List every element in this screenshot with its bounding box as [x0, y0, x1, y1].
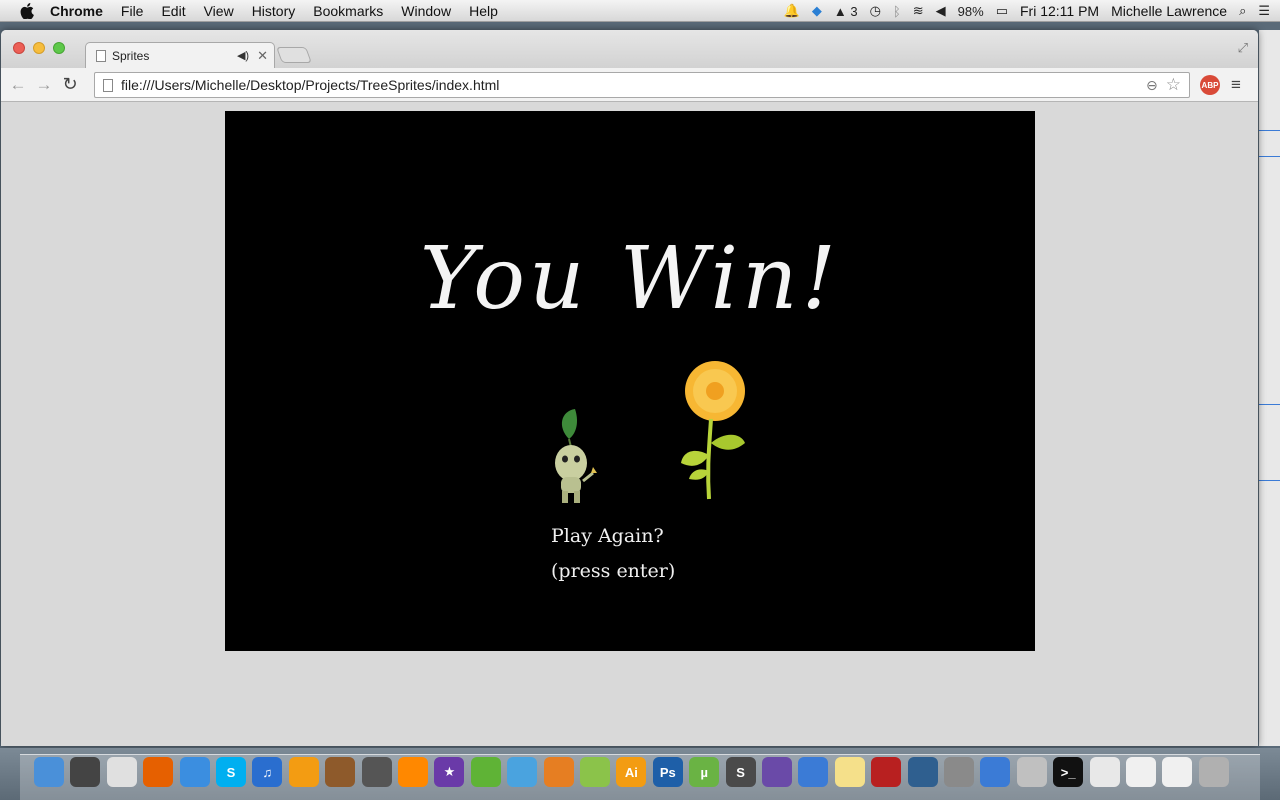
tab-sprites[interactable]: Sprites ◀) ✕ [85, 42, 275, 68]
menu-view[interactable]: View [204, 3, 234, 19]
evernote-icon[interactable] [470, 757, 501, 787]
flower-sprite [681, 361, 745, 500]
bluetooth-icon[interactable]: ᛒ [893, 4, 901, 19]
spotlight-icon[interactable]: ⌕ [1239, 3, 1246, 19]
minimize-window-button[interactable] [33, 42, 45, 54]
menu-help[interactable]: Help [469, 3, 498, 19]
menu-history[interactable]: History [252, 3, 296, 19]
time-machine-icon[interactable] [907, 757, 938, 787]
tab-strip: Sprites ◀) ✕ ⤢ [1, 30, 1258, 68]
page-icon [96, 49, 106, 62]
photoshop-icon[interactable]: Ps [652, 757, 683, 787]
dreamweaver-icon[interactable] [507, 757, 538, 787]
menu-file[interactable]: File [121, 3, 144, 19]
time-machine-status-icon[interactable]: ◷ [870, 3, 881, 19]
seedling-sprite [555, 409, 597, 503]
adobe-icon[interactable]: ▲ 3 [834, 4, 858, 19]
tab-title: Sprites [112, 48, 150, 63]
bg-line [1259, 404, 1280, 405]
close-window-button[interactable] [13, 42, 25, 54]
flash-icon[interactable] [580, 757, 610, 787]
iphoto-icon[interactable] [361, 757, 392, 787]
image-capture-icon[interactable] [1016, 757, 1047, 787]
page-content: You Win! Play Again? (press enter) [1, 102, 1258, 746]
document-icon[interactable] [1089, 757, 1120, 787]
imovie-icon[interactable]: ★ [434, 757, 465, 787]
fireworks-icon[interactable] [543, 757, 574, 787]
toolbar: ← → ↻ file:///Users/Michelle/Desktop/Pro… [1, 68, 1258, 102]
safari-icon[interactable] [179, 757, 210, 787]
garageband-icon[interactable] [325, 757, 356, 787]
menu-bookmarks[interactable]: Bookmarks [313, 3, 383, 19]
dock: S ♫ ★ Ai Ps µ S >_ [0, 748, 1280, 800]
firefox-icon[interactable] [143, 757, 174, 787]
bg-line [1259, 156, 1280, 157]
bookmark-star-icon[interactable]: ☆ [1166, 75, 1181, 95]
url-text[interactable]: file:///Users/Michelle/Desktop/Projects/… [121, 77, 1146, 93]
bg-line [1259, 480, 1280, 481]
maximize-window-button[interactable] [53, 42, 65, 54]
back-icon[interactable]: ← [5, 75, 31, 95]
stickies-icon[interactable] [834, 757, 865, 787]
play-again-text: Play Again? [551, 525, 664, 547]
directory-utility-icon[interactable] [980, 757, 1011, 787]
skype-icon[interactable]: S [216, 757, 246, 787]
user-name[interactable]: Michelle Lawrence [1111, 3, 1227, 19]
address-bar[interactable]: file:///Users/Michelle/Desktop/Projects/… [94, 72, 1190, 98]
game-canvas[interactable]: You Win! Play Again? (press enter) [225, 111, 1035, 651]
win-title: You Win! [419, 229, 841, 329]
finder-icon[interactable] [34, 757, 64, 787]
forward-icon[interactable]: → [31, 75, 57, 95]
chrome-window-icon-2[interactable] [1162, 757, 1193, 787]
press-enter-text: (press enter) [551, 560, 676, 582]
battery-icon[interactable]: ▭ [996, 3, 1008, 19]
volume-icon[interactable]: ◀ [936, 3, 946, 19]
notification-icon[interactable]: 🔔 [784, 3, 800, 19]
background-window [1259, 30, 1280, 746]
terminal-icon[interactable]: >_ [1053, 757, 1084, 787]
ibooks-icon[interactable] [288, 757, 319, 787]
trash-icon[interactable] [1198, 757, 1229, 787]
preview-icon[interactable] [798, 757, 829, 787]
utorrent-icon[interactable]: µ [689, 757, 720, 787]
new-tab-button[interactable] [276, 47, 312, 63]
menu-bar: Chrome File Edit View History Bookmarks … [0, 0, 1280, 22]
app-menu[interactable]: Chrome [50, 3, 103, 19]
bg-line [1259, 130, 1280, 131]
apple-icon[interactable] [18, 2, 36, 20]
adobe-count: 3 [850, 3, 858, 19]
chrome-menu-icon[interactable]: ≡ [1231, 75, 1241, 95]
chrome-window-icon[interactable] [1126, 757, 1156, 787]
wifi-icon[interactable]: ≋ [913, 3, 924, 19]
status-area: 🔔 ◆ ▲ 3 ◷ ᛒ ≋ ◀ 98% ▭ Fri 12:11 PM Miche… [784, 0, 1280, 22]
illustrator-icon[interactable]: Ai [616, 757, 647, 787]
close-tab-icon[interactable]: ✕ [257, 48, 268, 64]
photobooth-icon[interactable] [871, 757, 902, 787]
system-preferences-icon[interactable] [944, 757, 974, 787]
eclipse-icon[interactable] [762, 757, 792, 787]
zoom-icon[interactable]: ⊖ [1146, 77, 1158, 94]
dashboard-icon[interactable] [70, 757, 101, 787]
speaker-icon: ◀) [236, 50, 250, 62]
adblock-icon[interactable]: ABP [1200, 75, 1220, 95]
fullscreen-icon[interactable]: ⤢ [1238, 40, 1248, 56]
chrome-icon[interactable] [106, 757, 137, 787]
menu-window[interactable]: Window [401, 3, 451, 19]
dropbox-icon[interactable]: ◆ [812, 3, 822, 19]
itunes-icon[interactable]: ♫ [252, 757, 283, 787]
clock[interactable]: Fri 12:11 PM [1020, 3, 1099, 19]
sublime-icon[interactable]: S [725, 757, 756, 787]
vlc-icon[interactable] [398, 757, 428, 787]
browser-window: Sprites ◀) ✕ ⤢ ← → ↻ file:///Users/Miche… [1, 30, 1258, 746]
battery-percent[interactable]: 98% [958, 4, 984, 19]
menu-edit[interactable]: Edit [161, 3, 185, 19]
reload-icon[interactable]: ↻ [57, 74, 83, 95]
file-icon [103, 78, 113, 92]
notification-center-icon[interactable]: ☰ [1258, 3, 1270, 19]
